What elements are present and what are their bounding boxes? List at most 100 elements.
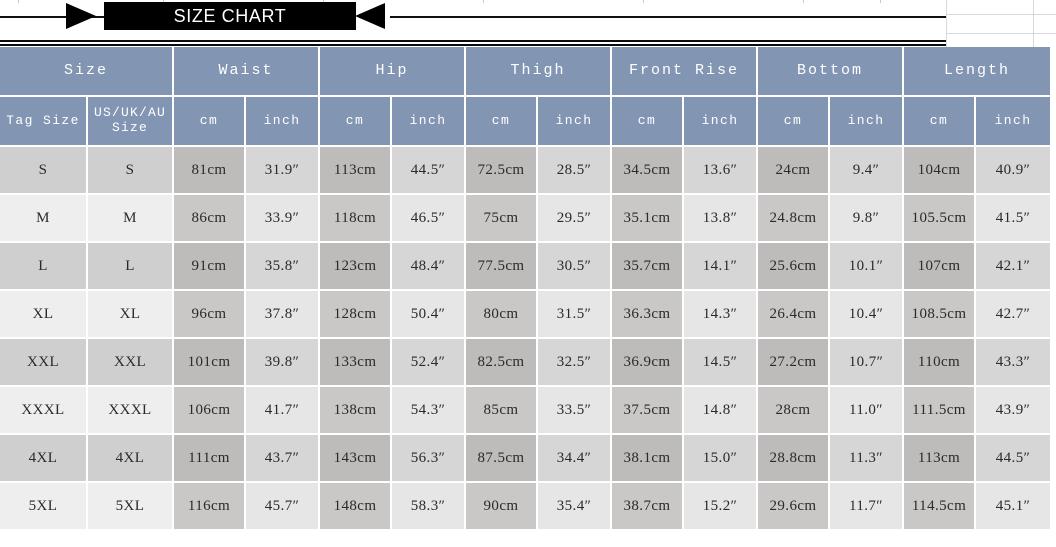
divider-line-bottom — [0, 44, 946, 46]
cell-bottom-inch: 11.0″ — [830, 387, 904, 435]
table-row: 5XL 5XL 116cm 45.7″ 148cm 58.3″ 90cm 35.4″ 38.7c… — [0, 483, 1056, 531]
cell-front-rise-cm: 34.5cm — [612, 147, 684, 195]
group-header-front-rise: Front Rise — [612, 47, 758, 97]
sub-header-waist-cm: cm — [174, 97, 246, 147]
cell-hip-cm: 148cm — [320, 483, 392, 531]
cell-bottom-inch: 9.4″ — [830, 147, 904, 195]
sub-header-bottom-inch: inch — [830, 97, 904, 147]
table-sub-header-row: Tag Size US/UK/AU Size cm inch cm inch c… — [0, 97, 1056, 147]
sub-header-rise-cm: cm — [612, 97, 684, 147]
cell-us-uk-au-size: XXL — [88, 339, 174, 387]
cell-hip-cm: 123cm — [320, 243, 392, 291]
group-header-waist: Waist — [174, 47, 320, 97]
table-body: S S 81cm 31.9″ 113cm 44.5″ 72.5cm 28.5″ 34.5cm 13… — [0, 147, 1056, 531]
cell-front-rise-inch: 13.6″ — [684, 147, 758, 195]
cell-hip-cm: 118cm — [320, 195, 392, 243]
cell-tag-size: S — [0, 147, 88, 195]
group-header-size: Size — [0, 47, 174, 97]
cell-hip-cm: 138cm — [320, 387, 392, 435]
cell-bottom-inch: 10.1″ — [830, 243, 904, 291]
cell-front-rise-cm: 35.7cm — [612, 243, 684, 291]
cell-waist-inch: 31.9″ — [246, 147, 320, 195]
cell-thigh-cm: 85cm — [466, 387, 538, 435]
cell-us-uk-au-size: 5XL — [88, 483, 174, 531]
cell-bottom-cm: 28cm — [758, 387, 830, 435]
cell-bottom-inch: 11.3″ — [830, 435, 904, 483]
cell-front-rise-inch: 14.8″ — [684, 387, 758, 435]
cell-thigh-inch: 29.5″ — [538, 195, 612, 243]
group-header-hip: Hip — [320, 47, 466, 97]
cell-tag-size: M — [0, 195, 88, 243]
cell-waist-cm: 111cm — [174, 435, 246, 483]
cell-bottom-cm: 26.4cm — [758, 291, 830, 339]
cell-hip-cm: 133cm — [320, 339, 392, 387]
cell-front-rise-inch: 15.0″ — [684, 435, 758, 483]
cell-waist-inch: 41.7″ — [246, 387, 320, 435]
sub-header-hip-inch: inch — [392, 97, 466, 147]
cell-front-rise-cm: 35.1cm — [612, 195, 684, 243]
cell-length-cm: 104cm — [904, 147, 976, 195]
group-header-length: Length — [904, 47, 1050, 97]
cell-length-inch: 42.7″ — [976, 291, 1050, 339]
cell-hip-inch: 48.4″ — [392, 243, 466, 291]
cell-length-cm: 110cm — [904, 339, 976, 387]
cell-front-rise-cm: 36.3cm — [612, 291, 684, 339]
sub-header-thigh-inch: inch — [538, 97, 612, 147]
cell-bottom-inch: 11.7″ — [830, 483, 904, 531]
cell-hip-cm: 113cm — [320, 147, 392, 195]
cell-front-rise-cm: 38.7cm — [612, 483, 684, 531]
cell-front-rise-cm: 36.9cm — [612, 339, 684, 387]
page-title: SIZE CHART — [104, 2, 356, 30]
cell-waist-cm: 91cm — [174, 243, 246, 291]
arrow-left-icon — [355, 3, 385, 29]
sub-header-us-uk-au-size: US/UK/AU Size — [88, 97, 174, 147]
cell-bottom-cm: 24.8cm — [758, 195, 830, 243]
cell-waist-cm: 101cm — [174, 339, 246, 387]
cell-length-inch: 42.1″ — [976, 243, 1050, 291]
cell-hip-inch: 54.3″ — [392, 387, 466, 435]
cell-front-rise-inch: 14.3″ — [684, 291, 758, 339]
table-row: L L 91cm 35.8″ 123cm 48.4″ 77.5cm 30.5″ 35.7cm 14… — [0, 243, 1056, 291]
cell-bottom-cm: 27.2cm — [758, 339, 830, 387]
cell-thigh-inch: 34.4″ — [538, 435, 612, 483]
cell-hip-inch: 50.4″ — [392, 291, 466, 339]
cell-tag-size: XL — [0, 291, 88, 339]
cell-length-inch: 44.5″ — [976, 435, 1050, 483]
cell-waist-cm: 96cm — [174, 291, 246, 339]
cell-us-uk-au-size: S — [88, 147, 174, 195]
table-row: XXL XXL 101cm 39.8″ 133cm 52.4″ 82.5cm 32.5″ 36.… — [0, 339, 1056, 387]
cell-length-cm: 107cm — [904, 243, 976, 291]
cell-hip-inch: 46.5″ — [392, 195, 466, 243]
cell-us-uk-au-size: XL — [88, 291, 174, 339]
cell-length-cm: 111.5cm — [904, 387, 976, 435]
cell-waist-inch: 37.8″ — [246, 291, 320, 339]
cell-thigh-inch: 32.5″ — [538, 339, 612, 387]
cell-hip-cm: 128cm — [320, 291, 392, 339]
cell-length-inch: 43.3″ — [976, 339, 1050, 387]
cell-bottom-cm: 24cm — [758, 147, 830, 195]
cell-hip-inch: 44.5″ — [392, 147, 466, 195]
size-chart-table: Size Waist Hip Thigh Front Rise Bottom L… — [0, 47, 1056, 531]
cell-waist-inch: 35.8″ — [246, 243, 320, 291]
cell-bottom-cm: 29.6cm — [758, 483, 830, 531]
cell-us-uk-au-size: 4XL — [88, 435, 174, 483]
sub-header-length-cm: cm — [904, 97, 976, 147]
cell-front-rise-inch: 13.8″ — [684, 195, 758, 243]
cell-hip-inch: 52.4″ — [392, 339, 466, 387]
sub-header-tag-size: Tag Size — [0, 97, 88, 147]
sub-header-hip-cm: cm — [320, 97, 392, 147]
cell-length-inch: 40.9″ — [976, 147, 1050, 195]
cell-length-inch: 45.1″ — [976, 483, 1050, 531]
cell-front-rise-inch: 14.1″ — [684, 243, 758, 291]
table-group-header-row: Size Waist Hip Thigh Front Rise Bottom L… — [0, 47, 1056, 97]
cell-thigh-cm: 82.5cm — [466, 339, 538, 387]
cell-tag-size: 5XL — [0, 483, 88, 531]
banner-rule-right — [390, 16, 946, 18]
cell-bottom-inch: 10.7″ — [830, 339, 904, 387]
cell-length-cm: 113cm — [904, 435, 976, 483]
cell-hip-inch: 56.3″ — [392, 435, 466, 483]
cell-waist-cm: 81cm — [174, 147, 246, 195]
table-row: M M 86cm 33.9″ 118cm 46.5″ 75cm 29.5″ 35.1cm 13.8… — [0, 195, 1056, 243]
cell-thigh-cm: 72.5cm — [466, 147, 538, 195]
cell-waist-cm: 86cm — [174, 195, 246, 243]
